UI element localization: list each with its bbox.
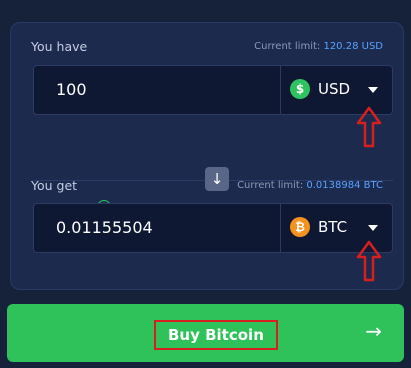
btc-coin-icon: ₿ <box>290 217 310 237</box>
swap-arrow-button[interactable]: ↓ <box>205 167 229 191</box>
chevron-down-icon[interactable] <box>368 87 378 93</box>
buy-bitcoin-button[interactable]: Buy Bitcoin → <box>7 304 404 362</box>
arrow-right-icon: → <box>365 319 382 343</box>
you-have-currency-select[interactable]: $ USD <box>290 79 350 99</box>
you-get-label: You get <box>31 178 78 193</box>
you-have-limit-label: Current limit: <box>254 41 321 52</box>
exchange-panel: You have Current limit: 120.28 USD 100 $… <box>10 22 404 290</box>
you-have-amount-input[interactable]: 100 <box>56 80 87 99</box>
annotation-arrow-up-icon <box>356 106 382 148</box>
annotation-arrow-up-icon <box>356 240 382 282</box>
you-have-label: You have <box>31 39 88 54</box>
field-separator <box>280 66 281 114</box>
you-have-limit-value: 120.28 USD <box>323 41 383 52</box>
you-get-currency-label: BTC <box>318 218 348 236</box>
usd-coin-icon: $ <box>290 79 310 99</box>
you-get-amount-output: 0.01155504 <box>56 218 153 237</box>
you-get-limit-value: 0.0138984 BTC <box>306 180 383 191</box>
buy-bitcoin-label: Buy Bitcoin <box>154 320 278 350</box>
you-get-limit-label: Current limit: <box>237 180 304 191</box>
you-get-field: 0.01155504 ₿ BTC <box>33 203 393 253</box>
you-have-currency-label: USD <box>318 80 351 98</box>
field-separator <box>280 204 281 252</box>
you-have-limit: Current limit: 120.28 USD <box>254 41 383 52</box>
you-get-limit: Current limit: 0.0138984 BTC <box>237 180 383 191</box>
you-get-currency-select[interactable]: ₿ BTC <box>290 217 347 237</box>
chevron-down-icon[interactable] <box>368 225 378 231</box>
you-have-field: 100 $ USD <box>33 65 393 115</box>
